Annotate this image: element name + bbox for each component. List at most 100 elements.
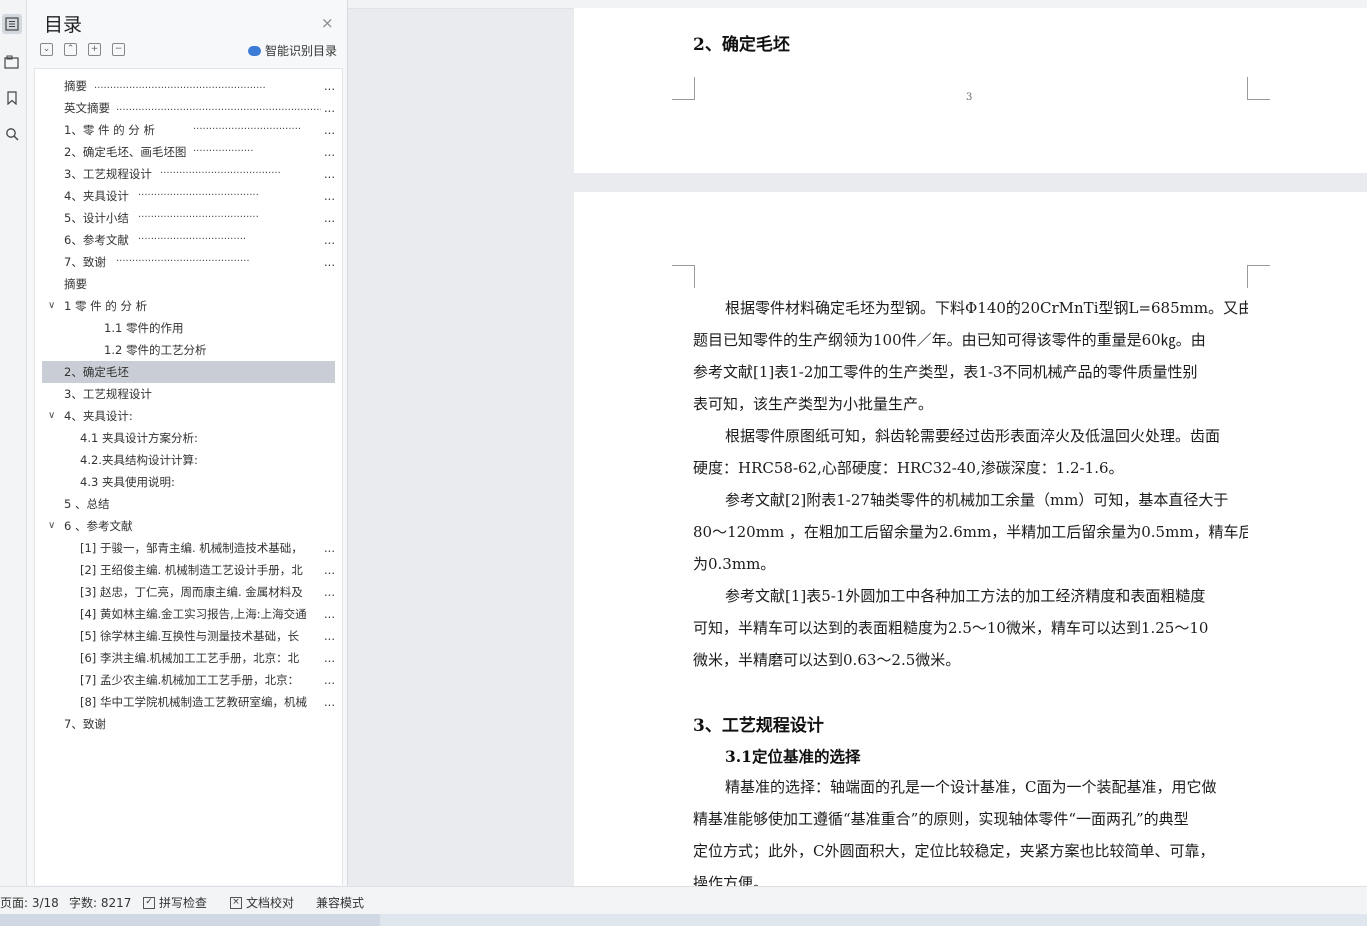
toc-item-label: 4.2.夹具结构设计计算: [80,453,198,467]
search-icon[interactable] [2,124,22,144]
margin-mark [1247,77,1270,100]
smart-toc-button[interactable]: 智能识别目录 [248,42,337,59]
toc-item[interactable]: [3] 赵忠，丁仁亮，周而康主编. 金属材料及... [42,581,335,603]
toc-item[interactable]: 摘要......................................… [42,75,335,97]
toc-item[interactable]: 4.3 夹具使用说明: [42,471,335,493]
toc-item[interactable]: [5] 徐学林主编.互换性与测量技术基础，长... [42,625,335,647]
toc-item[interactable]: 6、参考文献 ··································… [42,229,335,251]
toc-leader-dots: ········································… [116,256,250,267]
toc-item[interactable]: 1.1 零件的作用 [42,317,335,339]
toc-leader-dots: ........................................… [116,102,321,113]
margin-mark [672,265,695,288]
toc-item-label: 7、致谢 [64,717,106,731]
text-line: 表可知，该生产类型为小批量生产。 [693,395,934,413]
toc-ellipsis: ... [322,625,335,647]
toc-item[interactable]: 1、零 件 的 分 析 ·····························… [42,119,335,141]
toc-item[interactable]: 摘要 [42,273,335,295]
toc-item[interactable]: 1.2 零件的工艺分析 [42,339,335,361]
toc-item[interactable]: ∨ 1 零 件 的 分 析 [42,295,335,317]
collapse-all-button[interactable]: ⌄ [40,43,53,56]
toc-item-label: 2、确定毛坯 [64,365,129,379]
toc-leader-dots: ........................................… [94,80,266,91]
compat-mode[interactable]: 兼容模式 [316,894,364,911]
margin-mark [1247,265,1270,288]
text-line: 参考文献[1]表1-2加工零件的生产类型，表1-3不同机械产品的零件质量性别 [693,363,1198,381]
word-count[interactable]: 字数: 8217 [69,894,131,911]
toc-item[interactable]: 3、工艺规程设计 ································… [42,163,335,185]
toc-leader-dots: ······································ [160,168,281,179]
toc-ellipsis: ... [322,603,335,625]
toc-ellipsis: ... [322,647,335,669]
toc-item-label: 2、确定毛坯、画毛坯图 [64,145,187,159]
close-icon[interactable]: × [321,14,334,32]
toc-ellipsis: ... [322,97,335,119]
document-page: 2、确定毛坯 3 [574,8,1367,173]
toc-title: 目录 [44,14,83,36]
smart-recognize-icon [248,45,261,56]
toc-item[interactable]: [7] 孟少农主编.机械加工工艺手册，北京：... [42,669,335,691]
toc-item-label: 3、工艺规程设计 [64,387,152,401]
text-line: 题目已知零件的生产纲领为100件／年。由已知可得该零件的重量是60㎏。由 [693,331,1206,349]
page-indicator[interactable]: 页面: 3/18 [0,894,59,911]
toc-ellipsis: ... [322,691,335,713]
toc-item[interactable]: 7、致谢 ····································… [42,251,335,273]
toc-item[interactable]: [6] 李洪主编.机械加工工艺手册，北京：北... [42,647,335,669]
toc-item-label: 6、参考文献 [64,233,129,247]
toc-item[interactable]: 3、工艺规程设计 [42,383,335,405]
document-page: 根据零件材料确定毛坯为型钢。下料Φ140的20CrMnTi型钢L=685mm。又… [574,192,1367,886]
text-line: 参考文献[2]附表1-27轴类零件的机械加工余量（mm）可知，基本直径大于 [725,491,1229,509]
toc-item-label: 1.1 零件的作用 [104,321,184,335]
smart-toc-label: 智能识别目录 [265,44,338,58]
toc-item-label: 1.2 零件的工艺分析 [104,343,207,357]
toc-ellipsis: ... [322,141,335,163]
toc-item-label: 英文摘要 [64,101,110,115]
text-line: 为0.3mm。 [693,555,776,573]
toc-item[interactable]: ∨ 6 、参考文献 [42,515,335,537]
toc-item[interactable]: 2、确定毛坯、画毛坯图 ···················... [42,141,335,163]
toc-ellipsis: ... [322,581,335,603]
text-line: 硬度：HRC58-62,心部硬度：HRC32-40,渗碳深度：1.2-1.6。 [693,459,1124,477]
toc-ellipsis: ... [322,207,335,229]
toc-item-label: [3] 赵忠，丁仁亮，周而康主编. 金属材料及 [80,585,303,599]
toc-ellipsis: ... [322,119,335,141]
toc-item[interactable]: 5、设计小结 ··································… [42,207,335,229]
toc-ellipsis: ... [322,75,335,97]
toc-leader-dots: ·································· [138,234,247,245]
toc-item[interactable]: 2、确定毛坯 [42,361,335,383]
add-heading-button[interactable]: + [88,43,101,56]
remove-heading-button[interactable]: − [112,43,125,56]
toc-item[interactable]: [1] 于骏一，邹青主编. 机械制造技术基础，... [42,537,335,559]
toc-item[interactable]: 4.1 夹具设计方案分析: [42,427,335,449]
proofread-button[interactable]: × 文档校对 [230,894,294,911]
margin-mark [672,77,695,100]
chevron-down-icon[interactable]: ∨ [48,295,55,317]
toc-icon[interactable] [2,14,22,34]
expand-all-button[interactable]: ⌃ [64,43,77,56]
toc-item-label: 5、设计小结 [64,211,129,225]
toc-item[interactable]: ∨ 4、夹具设计: [42,405,335,427]
side-toolbar [0,0,27,886]
toc-ellipsis: ... [322,185,335,207]
outline-icon[interactable] [2,52,22,72]
text-line: 根据零件原图纸可知，斜齿轮需要经过齿形表面淬火及低温回火处理。齿面 [725,427,1221,445]
body-text: 精基准的选择：轴端面的孔是一个设计基准，C面为一个装配基准，用它做 精基准能够使加… [693,771,1248,886]
toc-item[interactable]: [8] 华中工学院机械制造工艺教研室编，机械... [42,691,335,713]
toc-item[interactable]: 英文摘要....................................… [42,97,335,119]
toc-item[interactable]: 5 、总结 [42,493,335,515]
toc-leader-dots: ······································ [138,212,259,223]
chevron-down-icon[interactable]: ∨ [48,515,55,537]
chevron-down-icon[interactable]: ∨ [48,405,55,427]
toc-item[interactable]: [4] 黄如林主编.金工实习报告,上海:上海交通... [42,603,335,625]
toc-item[interactable]: 4.2.夹具结构设计计算: [42,449,335,471]
spellcheck-button[interactable]: ✓ 拼写检查 [143,894,207,911]
toc-ellipsis: ... [322,537,335,559]
toc-item-label: 4、夹具设计 [64,189,129,203]
bookmark-icon[interactable] [2,88,22,108]
toc-item-label: 摘要 [64,277,87,291]
spellcheck-label: 拼写检查 [159,896,208,910]
toc-item[interactable]: 4、夹具设计 ··································… [42,185,335,207]
toc-item-label: 6 、参考文献 [64,519,133,533]
toc-item[interactable]: 7、致谢 [42,713,335,735]
toc-item-label: 1、零 件 的 分 析 [64,123,155,137]
toc-item[interactable]: [2] 王绍俊主编. 机械制造工艺设计手册，北... [42,559,335,581]
